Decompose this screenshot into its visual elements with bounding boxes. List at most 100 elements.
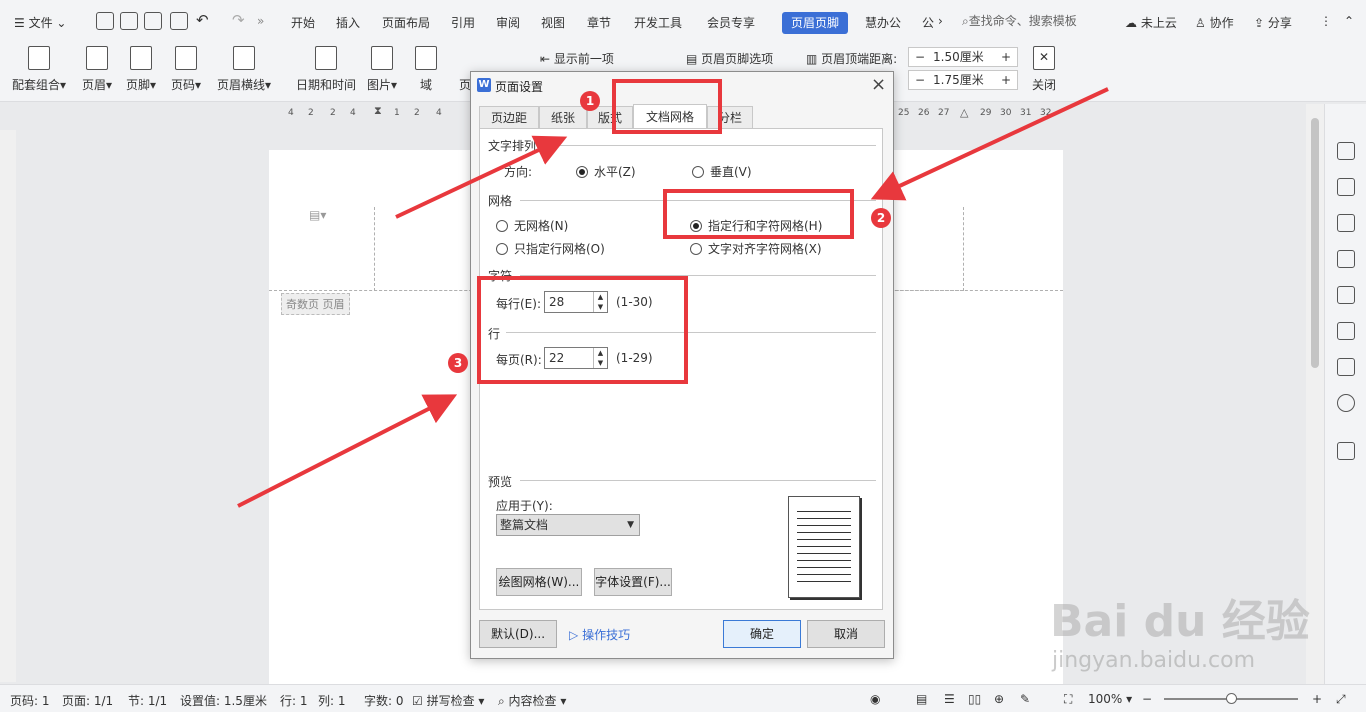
rocket-icon[interactable] — [1337, 142, 1355, 160]
content-check-button[interactable]: ⌕ 内容检查 ▾ — [498, 692, 566, 709]
redo-icon[interactable]: ↷ — [232, 11, 245, 29]
share-icon: ⇪ — [1254, 16, 1265, 30]
status-section[interactable]: 节: 1/1 — [128, 692, 167, 709]
ribbon-footer-button[interactable]: 页脚▾ — [126, 46, 156, 93]
ruler-tick: 4 — [288, 108, 294, 118]
plus-icon[interactable]: + — [1001, 48, 1011, 66]
export-pdf-icon[interactable] — [120, 12, 138, 30]
share-button[interactable]: ⇪ 分享 — [1254, 14, 1292, 31]
tab-section[interactable]: 章节 — [587, 14, 611, 31]
radio-no-grid[interactable]: 无网格(N) — [496, 217, 568, 234]
command-search[interactable]: ⌕查找命令、搜索模板 — [962, 12, 1102, 32]
tab-references[interactable]: 引用 — [451, 14, 475, 31]
chevron-right-icon[interactable]: › — [938, 14, 943, 28]
header-doc-icon[interactable]: ▤▾ — [309, 208, 326, 222]
font-settings-button[interactable]: 字体设置(F)... — [594, 568, 672, 596]
ribbon-combo-button[interactable]: 配套组合▾ — [12, 46, 66, 93]
hf-options-label: 页眉页脚选项 — [701, 52, 774, 66]
plus-icon[interactable]: + — [1001, 71, 1011, 89]
status-row[interactable]: 行: 1 — [280, 692, 308, 709]
cloud-status[interactable]: ☁ 未上云 — [1125, 14, 1177, 31]
status-setting[interactable]: 设置值: 1.5厘米 — [180, 692, 267, 709]
backup-icon[interactable] — [1337, 442, 1355, 460]
eye-protect-icon[interactable]: ◉ — [870, 692, 880, 706]
ribbon-header-button[interactable]: 页眉▾ — [82, 46, 112, 93]
save-icon[interactable] — [96, 12, 114, 30]
right-indent-marker-icon[interactable]: △ — [960, 106, 968, 119]
tab-member[interactable]: 会员专享 — [707, 14, 755, 31]
tab-home[interactable]: 开始 — [291, 14, 315, 31]
vertical-ruler[interactable] — [0, 130, 16, 682]
scrollbar-thumb[interactable] — [1311, 118, 1319, 368]
tab-insert[interactable]: 插入 — [336, 14, 360, 31]
zoom-in-icon[interactable]: + — [1312, 692, 1322, 706]
tab-developer[interactable]: 开发工具 — [634, 14, 682, 31]
ribbon-field-button[interactable]: 域 — [415, 46, 437, 93]
more-menu-icon[interactable]: ⋮ — [1320, 14, 1332, 28]
page-view-icon[interactable]: ▤ — [916, 692, 927, 706]
cursor-icon[interactable] — [1337, 214, 1355, 232]
tab-header-footer[interactable]: 页眉页脚 — [782, 12, 848, 34]
dialog-close-icon[interactable]: × — [871, 74, 886, 95]
print-icon[interactable] — [144, 12, 162, 30]
radio-horizontal[interactable]: 水平(Z) — [576, 163, 636, 180]
web-view-icon[interactable]: ⊕ — [994, 692, 1004, 706]
ribbon-page-number-button[interactable]: 页码▾ — [171, 46, 201, 93]
zoom-slider-handle[interactable] — [1226, 693, 1237, 704]
dropdown-arrow-icon: ▼ — [627, 520, 634, 530]
draw-grid-button[interactable]: 绘图网格(W)... — [496, 568, 582, 596]
zoom-out-icon[interactable]: − — [1142, 692, 1152, 706]
status-page[interactable]: 页面: 1/1 — [62, 692, 113, 709]
apply-to-select[interactable]: 整篇文档 ▼ — [496, 514, 640, 536]
radio-vertical[interactable]: 垂直(V) — [692, 163, 752, 180]
ai-icon[interactable] — [1337, 322, 1355, 340]
hf-options-button[interactable]: ▤ 页眉页脚选项 — [686, 50, 773, 67]
show-previous-button[interactable]: ⇤ 显示前一项 — [540, 50, 614, 67]
status-col[interactable]: 列: 1 — [318, 692, 346, 709]
default-button[interactable]: 默认(D)... — [479, 620, 557, 648]
ribbon-header-line-button[interactable]: 页眉横线▾ — [217, 46, 271, 93]
tab-view[interactable]: 视图 — [541, 14, 565, 31]
radio-align-char-grid[interactable]: 文字对齐字符网格(X) — [690, 240, 822, 257]
tab-more[interactable]: 公 — [922, 14, 934, 31]
tab-page-layout[interactable]: 页面布局 — [382, 14, 430, 31]
print-preview-icon[interactable] — [170, 12, 188, 30]
ribbon-datetime-button[interactable]: 日期和时间 — [296, 46, 356, 93]
pen-icon[interactable] — [1337, 178, 1355, 196]
sliders-icon[interactable] — [1337, 250, 1355, 268]
content-check-label: 内容检查 — [508, 694, 557, 708]
fit-page-icon[interactable]: ⛶ — [1064, 692, 1072, 707]
image-edit-icon[interactable] — [1337, 286, 1355, 304]
reading-icon[interactable] — [1337, 358, 1355, 376]
read-view-icon[interactable]: ▯▯ — [968, 692, 981, 706]
tab-margins[interactable]: 页边距 — [479, 106, 539, 129]
tab-smart-office[interactable]: 慧办公 — [865, 14, 901, 31]
outline-view-icon[interactable]: ☰ — [944, 692, 955, 706]
minus-icon[interactable]: − — [915, 48, 925, 66]
tab-paper[interactable]: 纸张 — [539, 106, 587, 129]
tips-link[interactable]: ▷ 操作技巧 — [569, 626, 630, 643]
radio-line-only-grid[interactable]: 只指定行网格(O) — [496, 240, 605, 257]
fullscreen-icon[interactable]: ⤢ — [1336, 692, 1346, 707]
ok-button[interactable]: 确定 — [723, 620, 801, 648]
ribbon-picture-label: 图片 — [367, 78, 392, 92]
header-top-distance-stepper[interactable]: − 1.50厘米 + — [908, 47, 1018, 67]
undo-icon[interactable]: ↶ — [196, 11, 209, 29]
close-header-footer-button[interactable]: ✕ 关闭 — [1032, 46, 1056, 93]
menu-file[interactable]: ☰ 文件 ⌄ — [14, 14, 66, 31]
collapse-ribbon-icon[interactable]: ⌃ — [1344, 14, 1354, 28]
ribbon-picture-button[interactable]: 图片▾ — [367, 46, 397, 93]
footer-bottom-distance-stepper[interactable]: − 1.75厘米 + — [908, 70, 1018, 90]
zoom-level[interactable]: 100% ▾ — [1088, 692, 1132, 706]
cancel-button[interactable]: 取消 — [807, 620, 885, 648]
more-icon[interactable]: » — [257, 14, 264, 28]
help-icon[interactable] — [1337, 394, 1355, 412]
spell-check-button[interactable]: ☑ 拼写检查 ▾ — [412, 692, 484, 709]
write-view-icon[interactable]: ✎ — [1020, 692, 1030, 706]
status-page-code[interactable]: 页码: 1 — [10, 692, 50, 709]
minus-icon[interactable]: − — [915, 71, 925, 89]
status-word-count[interactable]: 字数: 0 — [364, 692, 404, 709]
tab-review[interactable]: 审阅 — [496, 14, 520, 31]
collab-button[interactable]: ♙ 协作 — [1195, 14, 1234, 31]
indent-marker-icon[interactable]: ⧗ — [374, 104, 382, 118]
